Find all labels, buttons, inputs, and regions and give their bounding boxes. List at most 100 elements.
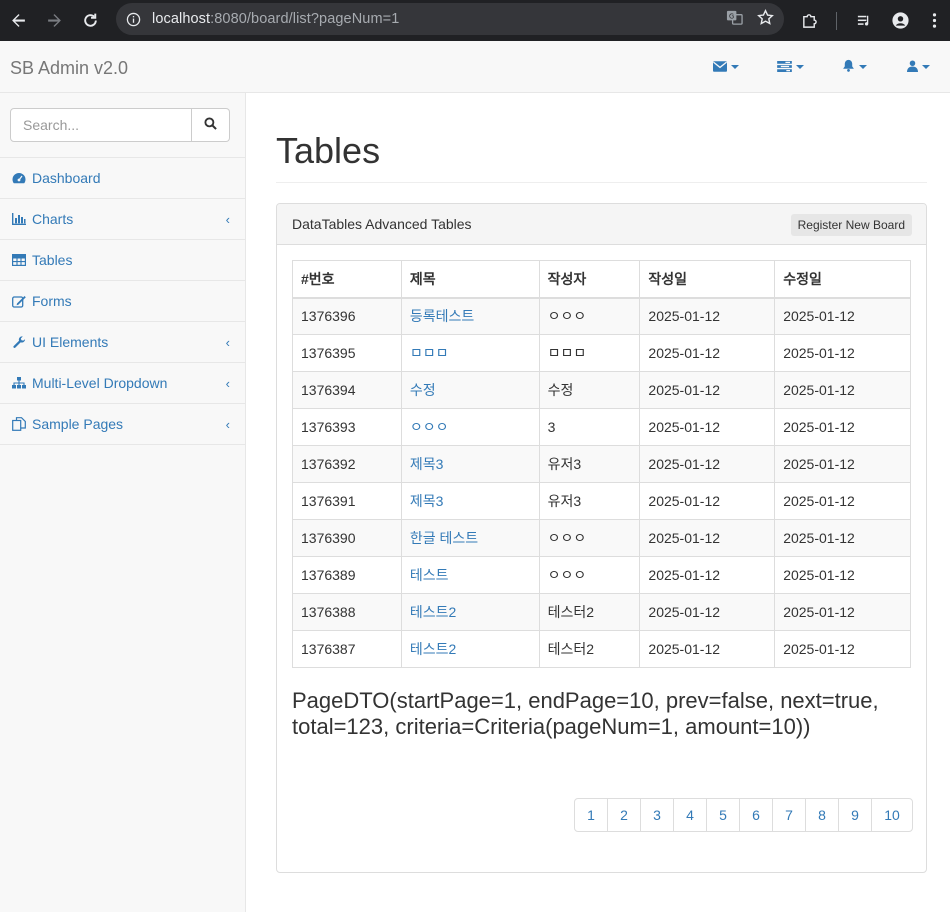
post-title-link[interactable]: 테스트2 [400,630,540,668]
media-queue-icon[interactable] [846,3,882,39]
search-button[interactable] [192,108,230,142]
table-header-row: #번호 제목 작성자 작성일 수정일 [292,260,911,299]
sidebar-item-sample-pages[interactable]: Sample Pages ‹ [0,404,245,445]
page-link-4[interactable]: 4 [673,798,707,832]
column-header[interactable]: 제목 [400,260,540,299]
post-regdate: 2025-01-12 [639,519,776,557]
board-table: #번호 제목 작성자 작성일 수정일 1376396 등록테스트 ㅇㅇㅇ 202… [292,260,911,668]
page-link-3[interactable]: 3 [640,798,674,832]
sidebar-item-label: Dashboard [32,170,101,186]
post-writer: 테스터2 [538,630,641,668]
address-bar[interactable]: localhost:8080/board/list?pageNum=1 G [116,3,784,35]
post-writer: ㅇㅇㅇ [538,556,641,594]
sidebar-item-multi-level-dropdown[interactable]: Multi-Level Dropdown ‹ [0,363,245,404]
sidebar-item-charts[interactable]: Charts ‹ [0,199,245,240]
post-regdate: 2025-01-12 [639,297,776,335]
column-header[interactable]: 작성일 [639,260,776,299]
page-link-10[interactable]: 10 [871,798,913,832]
forward-icon[interactable] [36,3,72,39]
menu-kebab-icon[interactable] [918,3,950,39]
post-title-link[interactable]: 테스트2 [400,593,540,631]
translate-icon[interactable]: G [726,9,743,29]
page-link-5[interactable]: 5 [706,798,740,832]
post-number: 1376391 [292,482,402,520]
post-updatedate: 2025-01-12 [774,519,911,557]
back-icon[interactable] [0,3,36,39]
page-link-7[interactable]: 7 [772,798,806,832]
bookmark-star-icon[interactable] [757,9,774,29]
post-writer: 수정 [538,371,641,409]
table-row: 1376388 테스트2 테스터2 2025-01-12 2025-01-12 [292,593,911,631]
page-link-9[interactable]: 9 [838,798,872,832]
post-writer: ㅁㅁㅁ [538,334,641,372]
post-updatedate: 2025-01-12 [774,630,911,668]
sitemap-icon [12,376,26,390]
sidebar-item-label: UI Elements [32,334,109,350]
tasks-dropdown[interactable] [758,41,822,93]
sidebar-item-forms[interactable]: Forms [0,281,245,322]
site-info-icon[interactable] [123,9,143,29]
column-header[interactable]: 수정일 [774,260,911,299]
sidebar-item-label: Charts [32,211,74,227]
bell-icon [842,59,855,75]
post-title-link[interactable]: 수정 [400,371,540,409]
table-row: 1376393 ㅇㅇㅇ 3 2025-01-12 2025-01-12 [292,408,911,446]
reload-icon[interactable] [72,3,108,39]
extensions-icon[interactable] [791,3,827,39]
post-title-link[interactable]: 등록테스트 [400,297,540,335]
post-number: 1376394 [292,371,402,409]
sidebar-item-tables[interactable]: Tables [0,240,245,281]
table-row: 1376394 수정 수정 2025-01-12 2025-01-12 [292,371,911,409]
column-header[interactable]: 작성자 [538,260,641,299]
bar-chart-icon [12,212,26,226]
post-title-link[interactable]: ㅇㅇㅇ [400,408,540,446]
page-dto-debug-text: PageDTO(startPage=1, endPage=10, prev=fa… [292,688,879,739]
post-number: 1376390 [292,519,402,557]
post-regdate: 2025-01-12 [639,556,776,594]
sidebar-item-label: Tables [32,252,73,268]
post-updatedate: 2025-01-12 [774,297,911,335]
post-title-link[interactable]: 제목3 [400,445,540,483]
toolbar-separator [836,11,837,30]
post-updatedate: 2025-01-12 [774,482,911,520]
page-link-2[interactable]: 2 [607,798,641,832]
post-updatedate: 2025-01-12 [774,556,911,594]
caret-down-icon [858,65,867,69]
post-title-link[interactable]: 테스트 [400,556,540,594]
messages-dropdown[interactable] [694,41,758,93]
post-number: 1376396 [292,297,402,335]
panel-heading: DataTables Advanced Tables Register New … [277,204,926,245]
table-row: 1376390 한글 테스트 ㅇㅇㅇ 2025-01-12 2025-01-12 [292,519,911,557]
post-updatedate: 2025-01-12 [774,371,911,409]
url-text: localhost:8080/board/list?pageNum=1 [152,11,399,27]
dashboard-icon [12,171,26,185]
register-new-board-button[interactable]: Register New Board [790,214,912,236]
brand-title[interactable]: SB Admin v2.0 [10,58,128,79]
alerts-dropdown[interactable] [822,41,886,93]
profile-avatar-icon[interactable] [882,3,918,39]
tasks-icon [776,59,792,75]
svg-text:G: G [729,12,734,20]
post-number: 1376393 [292,408,402,446]
post-title-link[interactable]: ㅁㅁㅁ [400,334,540,372]
page-link-6[interactable]: 6 [739,798,773,832]
sidebar-item-dashboard[interactable]: Dashboard [0,158,245,199]
post-title-link[interactable]: 한글 테스트 [400,519,540,557]
url-host: localhost [152,11,211,27]
post-regdate: 2025-01-12 [639,408,776,446]
wrench-icon [12,335,26,349]
table-row: 1376396 등록테스트 ㅇㅇㅇ 2025-01-12 2025-01-12 [292,297,911,335]
tables-panel: DataTables Advanced Tables Register New … [276,203,927,873]
files-icon [12,417,26,431]
sidebar-item-ui-elements[interactable]: UI Elements ‹ [0,322,245,363]
page-link-1[interactable]: 1 [574,798,608,832]
post-title-link[interactable]: 제목3 [400,482,540,520]
post-updatedate: 2025-01-12 [774,445,911,483]
table-row: 1376391 제목3 유저3 2025-01-12 2025-01-12 [292,482,911,520]
user-dropdown[interactable] [886,41,950,93]
search-input[interactable] [10,108,192,142]
post-number: 1376388 [292,593,402,631]
search-icon [204,117,217,133]
page-link-8[interactable]: 8 [805,798,839,832]
column-header[interactable]: #번호 [292,260,402,299]
